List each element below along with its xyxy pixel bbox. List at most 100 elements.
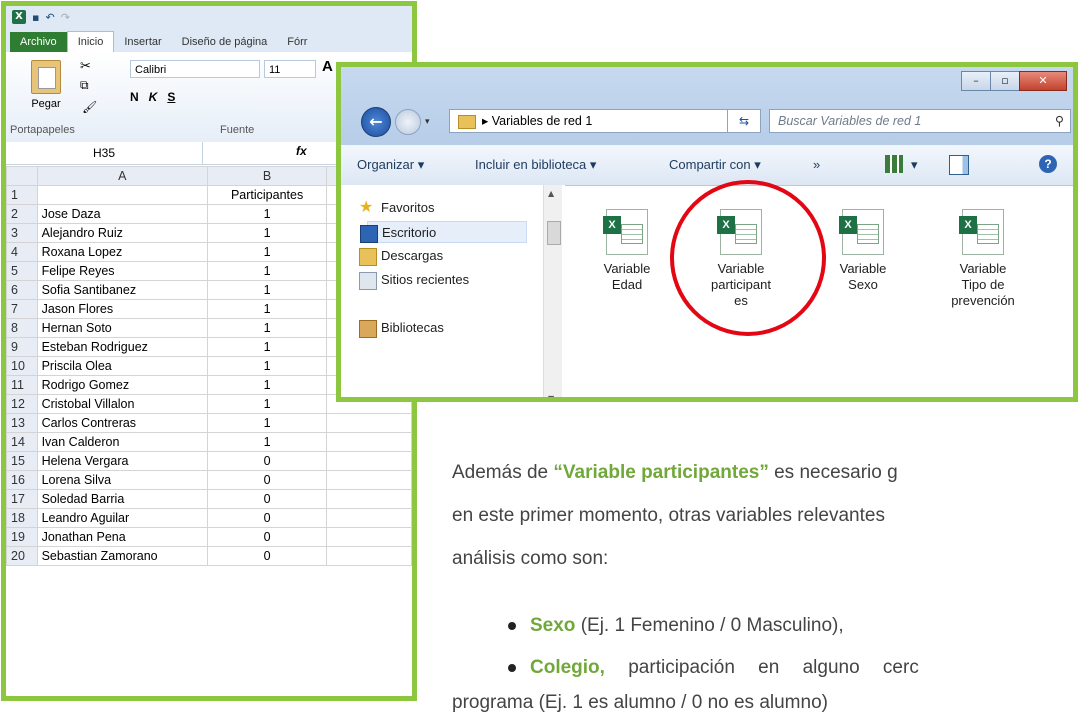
- undo-icon[interactable]: ↶: [45, 11, 54, 24]
- cell[interactable]: [36, 185, 209, 205]
- name-cell[interactable]: Rodrigo Gomez: [36, 375, 209, 395]
- name-cell[interactable]: Alejandro Ruiz: [36, 223, 209, 243]
- share-button[interactable]: Compartir con ▾: [669, 157, 761, 173]
- cell[interactable]: Participantes: [207, 185, 328, 205]
- cell[interactable]: [326, 508, 412, 528]
- name-cell[interactable]: Carlos Contreras: [36, 413, 209, 433]
- paste-button[interactable]: Pegar: [16, 58, 76, 124]
- row-number[interactable]: 17: [6, 489, 38, 509]
- tab-insertar[interactable]: Insertar: [114, 32, 171, 52]
- value-cell[interactable]: 1: [207, 223, 328, 243]
- row-number[interactable]: 8: [6, 318, 38, 338]
- name-cell[interactable]: Hernan Soto: [36, 318, 209, 338]
- row-number[interactable]: 1: [6, 185, 38, 205]
- value-cell[interactable]: 1: [207, 242, 328, 262]
- more-button[interactable]: »: [813, 157, 820, 172]
- address-bar[interactable]: ▸ Variables de red 1 ▼: [449, 109, 759, 133]
- search-icon[interactable]: ⚲: [1055, 110, 1064, 132]
- value-cell[interactable]: 0: [207, 546, 328, 566]
- maximize-button[interactable]: ▫: [990, 71, 1020, 91]
- cell[interactable]: [326, 413, 412, 433]
- row-number[interactable]: 12: [6, 394, 38, 414]
- select-all-corner[interactable]: [6, 166, 38, 186]
- row-number[interactable]: 13: [6, 413, 38, 433]
- grow-font-icon[interactable]: A: [322, 58, 333, 75]
- name-cell[interactable]: Cristobal Villalon: [36, 394, 209, 414]
- nav-item-sitios-recientes[interactable]: Sitios recientes: [359, 269, 469, 291]
- nav-item-bibliotecas[interactable]: Bibliotecas: [359, 317, 444, 339]
- search-input[interactable]: Buscar Variables de red 1 ⚲: [769, 109, 1071, 133]
- tab-inicio[interactable]: Inicio: [66, 31, 115, 52]
- column-header-a[interactable]: A: [36, 166, 209, 186]
- name-cell[interactable]: Sebastian Zamorano: [36, 546, 209, 566]
- file-variable-sexo[interactable]: X Variable Sexo: [817, 209, 909, 293]
- redo-icon[interactable]: ↷: [61, 11, 70, 24]
- font-name-box[interactable]: Calibri: [130, 60, 260, 78]
- value-cell[interactable]: 1: [207, 318, 328, 338]
- row-number[interactable]: 19: [6, 527, 38, 547]
- row-number[interactable]: 3: [6, 223, 38, 243]
- name-cell[interactable]: Esteban Rodriguez: [36, 337, 209, 357]
- row-number[interactable]: 9: [6, 337, 38, 357]
- forward-arrow-icon[interactable]: [395, 109, 421, 135]
- tab-archivo[interactable]: Archivo: [10, 32, 67, 52]
- name-cell[interactable]: Roxana Lopez: [36, 242, 209, 262]
- row-number[interactable]: 20: [6, 546, 38, 566]
- row-number[interactable]: 6: [6, 280, 38, 300]
- name-cell[interactable]: Lorena Silva: [36, 470, 209, 490]
- value-cell[interactable]: 1: [207, 337, 328, 357]
- row-number[interactable]: 11: [6, 375, 38, 395]
- value-cell[interactable]: 0: [207, 470, 328, 490]
- column-header-b[interactable]: B: [207, 166, 328, 186]
- format-painter-icon[interactable]: 🖌: [82, 100, 97, 114]
- back-arrow-icon[interactable]: ←: [361, 107, 391, 137]
- copy-icon[interactable]: ⧉: [80, 78, 89, 93]
- row-number[interactable]: 5: [6, 261, 38, 281]
- nav-item-descargas[interactable]: Descargas: [359, 245, 443, 267]
- scroll-down-icon[interactable]: ▼: [548, 394, 554, 397]
- name-cell[interactable]: Leandro Aguilar: [36, 508, 209, 528]
- help-icon[interactable]: ?: [1039, 155, 1057, 173]
- value-cell[interactable]: 1: [207, 280, 328, 300]
- nav-scrollbar[interactable]: ▲ ▼: [543, 185, 562, 397]
- value-cell[interactable]: 1: [207, 394, 328, 414]
- value-cell[interactable]: 0: [207, 489, 328, 509]
- name-cell[interactable]: Sofia Santibanez: [36, 280, 209, 300]
- recent-pages-icon[interactable]: ▾: [425, 117, 430, 127]
- value-cell[interactable]: 1: [207, 432, 328, 452]
- cut-icon[interactable]: ✂: [80, 58, 91, 74]
- view-options-icon[interactable]: [885, 155, 903, 173]
- font-size-box[interactable]: 11: [264, 60, 316, 78]
- italic-button[interactable]: K: [149, 90, 158, 104]
- fx-icon[interactable]: fx: [296, 144, 307, 158]
- cell[interactable]: [326, 546, 412, 566]
- row-number[interactable]: 14: [6, 432, 38, 452]
- name-cell[interactable]: Jose Daza: [36, 204, 209, 224]
- refresh-icon[interactable]: ⇆: [727, 109, 761, 133]
- row-number[interactable]: 15: [6, 451, 38, 471]
- row-number[interactable]: 4: [6, 242, 38, 262]
- row-number[interactable]: 2: [6, 204, 38, 224]
- close-button[interactable]: ✕: [1019, 71, 1067, 91]
- name-cell[interactable]: Priscila Olea: [36, 356, 209, 376]
- cell[interactable]: [326, 489, 412, 509]
- value-cell[interactable]: 0: [207, 527, 328, 547]
- scroll-up-icon[interactable]: ▲: [548, 189, 554, 198]
- nav-item-favoritos[interactable]: ★ Favoritos: [359, 197, 434, 219]
- value-cell[interactable]: 1: [207, 413, 328, 433]
- value-cell[interactable]: 0: [207, 451, 328, 471]
- value-cell[interactable]: 1: [207, 299, 328, 319]
- tab-diseno-pagina[interactable]: Diseño de página: [172, 32, 278, 52]
- name-box[interactable]: H35: [6, 142, 203, 164]
- tab-formulas[interactable]: Fórr: [277, 32, 317, 52]
- value-cell[interactable]: 1: [207, 204, 328, 224]
- bold-button[interactable]: N: [130, 90, 139, 104]
- nav-item-escritorio[interactable]: Escritorio: [360, 221, 527, 243]
- name-cell[interactable]: Jason Flores: [36, 299, 209, 319]
- row-number[interactable]: 7: [6, 299, 38, 319]
- cell[interactable]: [326, 432, 412, 452]
- value-cell[interactable]: 1: [207, 375, 328, 395]
- name-cell[interactable]: Jonathan Pena: [36, 527, 209, 547]
- cell[interactable]: [326, 527, 412, 547]
- value-cell[interactable]: 1: [207, 356, 328, 376]
